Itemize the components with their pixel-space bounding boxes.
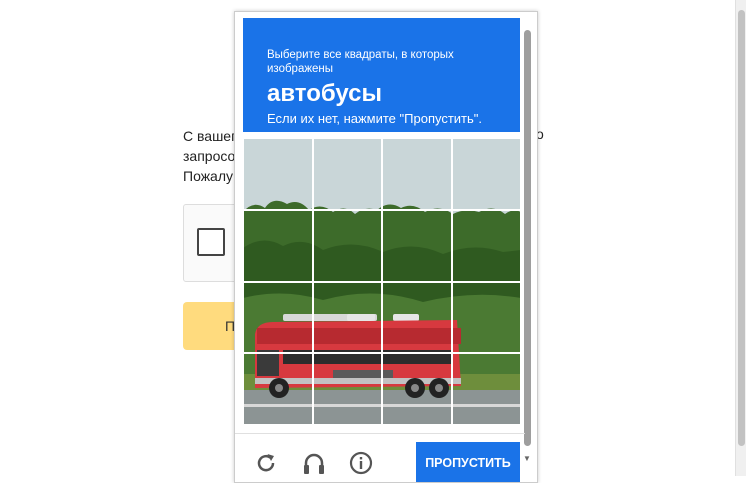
image-tile[interactable]: [451, 353, 521, 425]
image-tile[interactable]: [382, 138, 452, 210]
reload-icon[interactable]: [253, 450, 279, 476]
image-tile[interactable]: [312, 209, 382, 282]
skip-button[interactable]: ПРОПУСТИТЬ: [416, 442, 520, 482]
image-tile[interactable]: [382, 353, 452, 425]
popup-scrollbar[interactable]: ▼: [522, 26, 534, 466]
tile-grid: [243, 138, 521, 425]
image-tile[interactable]: [451, 281, 521, 354]
image-tile[interactable]: [243, 353, 313, 425]
image-tile[interactable]: [312, 138, 382, 210]
image-grid: [243, 138, 521, 425]
audio-headphones-icon[interactable]: [301, 450, 327, 476]
popup-scrollbar-thumb[interactable]: [524, 30, 531, 446]
footer-divider: [235, 433, 525, 434]
image-tile[interactable]: [312, 353, 382, 425]
info-icon[interactable]: [348, 450, 374, 476]
recaptcha-checkbox[interactable]: [197, 228, 225, 256]
page-scrollbar[interactable]: [735, 0, 746, 476]
scroll-down-icon[interactable]: ▼: [523, 454, 531, 463]
image-tile[interactable]: [451, 209, 521, 282]
image-tile[interactable]: [382, 209, 452, 282]
image-tile[interactable]: [382, 281, 452, 354]
image-tile[interactable]: [451, 138, 521, 210]
instruction-text: Выберите все квадраты, в которых изображ…: [267, 49, 454, 75]
image-tile[interactable]: [243, 138, 313, 210]
target-object: автобусы: [267, 80, 382, 107]
captcha-challenge-popup: Выберите все квадраты, в которых изображ…: [234, 11, 538, 483]
captcha-instructions: Выберите все квадраты, в которых изображ…: [243, 18, 520, 132]
skip-hint: Если их нет, нажмите "Пропустить".: [267, 111, 483, 126]
image-tile[interactable]: [243, 281, 313, 354]
image-tile[interactable]: [312, 281, 382, 354]
image-tile[interactable]: [243, 209, 313, 282]
page-scrollbar-thumb[interactable]: [738, 10, 745, 446]
